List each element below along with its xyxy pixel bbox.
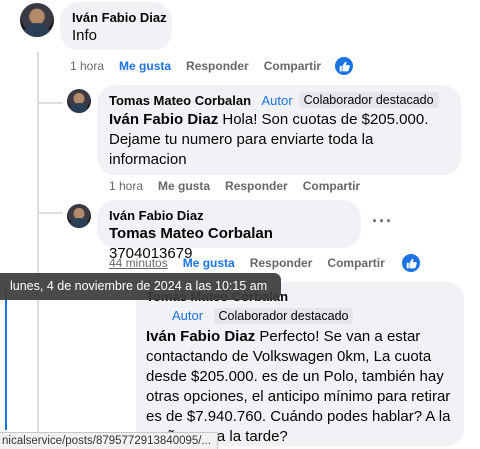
reply-button[interactable]: Responder (225, 179, 288, 193)
thread-line-highlight (5, 290, 7, 430)
like-button[interactable]: Me gusta (119, 59, 171, 73)
comment-text: Info (72, 27, 98, 44)
comment-author[interactable]: Tomas Mateo Corbalan (109, 93, 251, 108)
mention-link[interactable]: Iván Fabio Diaz (109, 111, 218, 128)
avatar-ivan[interactable] (20, 3, 54, 37)
share-button[interactable]: Compartir (303, 179, 360, 193)
comment-time[interactable]: 44 minutos (109, 256, 168, 270)
more-options-icon[interactable]: ··· (372, 211, 393, 232)
mention-link[interactable]: Iván Fabio Diaz (146, 328, 255, 345)
comment-text: Iván Fabio Diaz Hola! Son cuotas de $205… (109, 110, 449, 170)
like-button[interactable]: Me gusta (158, 179, 210, 193)
comment-time[interactable]: 1 hora (70, 59, 104, 73)
status-bar-url: nicalservice/posts/879577291384009​5/... (0, 432, 218, 449)
comment-author[interactable]: Iván Fabio Diaz (109, 207, 349, 224)
share-button[interactable]: Compartir (264, 59, 321, 73)
comment-bubble-4: Tomas Mateo Corbalan Autor Colaborador d… (136, 282, 464, 446)
thread-line-branch-1-h (37, 102, 63, 104)
share-button[interactable]: Compartir (327, 256, 384, 270)
like-button[interactable]: Me gusta (183, 256, 235, 270)
timestamp-tooltip: lunes, 4 de noviembre de 2024 a las 10:1… (0, 273, 281, 300)
comment-body: Perfecto! Se van a estar contactando de … (146, 328, 451, 445)
mention-link[interactable]: Tomas Mateo Corbalan (109, 225, 273, 242)
comment-author[interactable]: Iván Fabio Diaz (72, 9, 167, 26)
reply-button[interactable]: Responder (250, 256, 313, 270)
author-role-label: Autor (172, 308, 204, 323)
top-contributor-badge: Colaborador destacado (213, 308, 354, 324)
comment-text: Iván Fabio Diaz Perfecto! Se van a estar… (146, 327, 452, 447)
top-contributor-badge: Colaborador destacado (298, 92, 439, 108)
author-role-label: Autor (261, 92, 293, 108)
comment-actions-3: 44 minutos Me gusta Responder Compartir (109, 255, 400, 271)
comment-actions-2: 1 hora Me gusta Responder Compartir (109, 178, 375, 194)
comment-time[interactable]: 1 hora (109, 179, 143, 193)
like-reaction-icon[interactable] (402, 254, 420, 272)
avatar-ivan[interactable] (67, 204, 91, 228)
like-reaction-icon[interactable] (335, 57, 353, 75)
comment-bubble-1: Iván Fabio Diaz Info (60, 2, 172, 50)
comment-bubble-3: Iván Fabio Diaz Tomas Mateo Corbalan 370… (97, 200, 361, 262)
avatar-tomas[interactable] (67, 89, 91, 113)
comment-bubble-2: Tomas Mateo Corbalan Autor Colaborador d… (97, 85, 461, 175)
comment-actions-1: 1 hora Me gusta Responder Compartir (70, 58, 336, 74)
thread-line-main (37, 52, 39, 449)
thread-line-branch-1 (37, 80, 39, 102)
thread-line-branch-2-h (37, 212, 63, 214)
reply-button[interactable]: Responder (186, 59, 249, 73)
